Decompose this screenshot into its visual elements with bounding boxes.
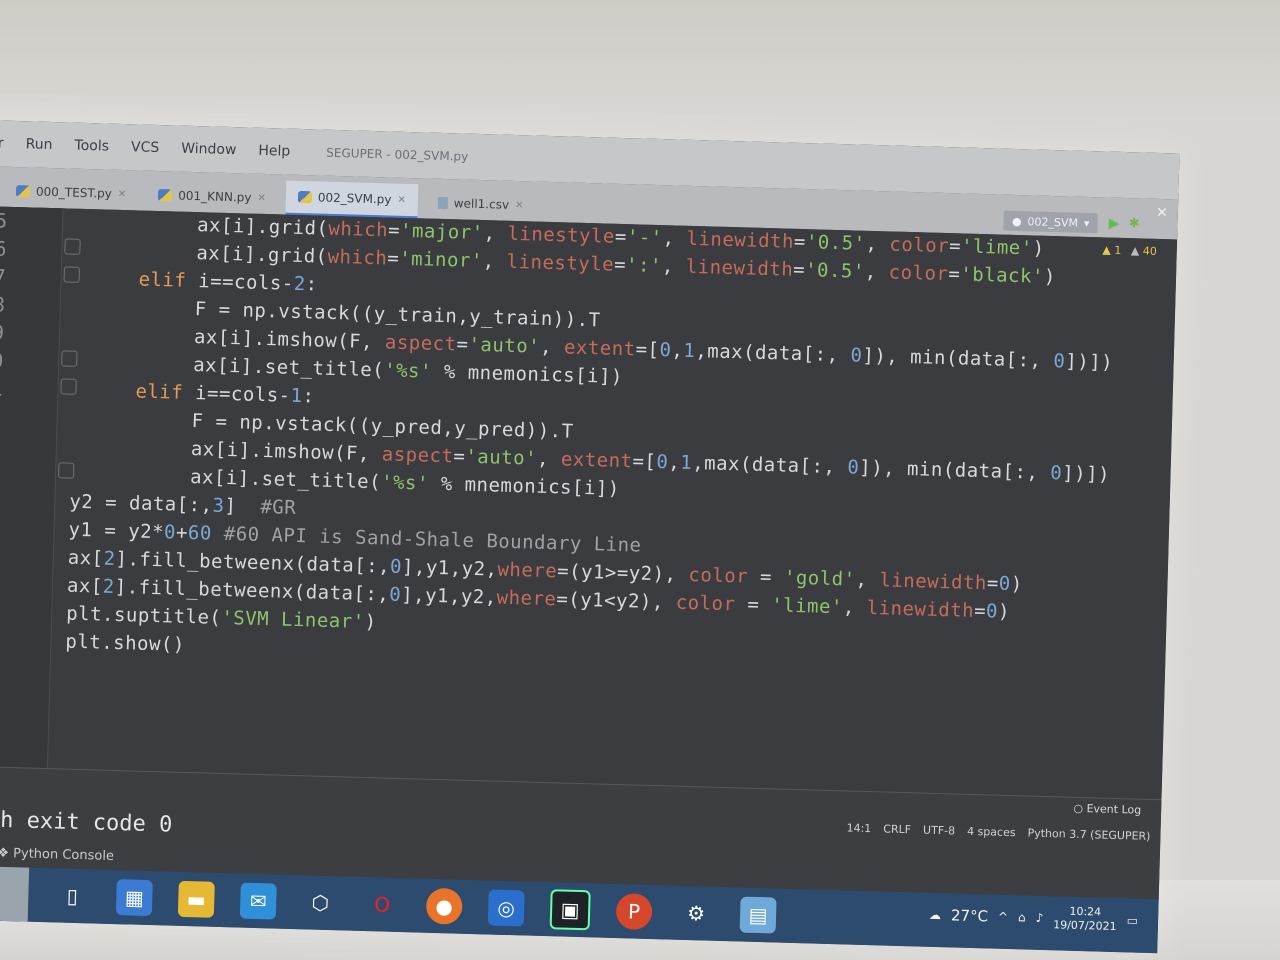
menu-item-view[interactable]: or [0,135,4,151]
tab-000-test[interactable]: 000_TEST.py ✕ [4,175,139,211]
fold-marker-icon[interactable] [64,238,81,255]
close-icon[interactable]: ✕ [1156,205,1168,221]
python-console-icon: ❖ [0,845,10,862]
menu-item-window[interactable]: Window [181,141,237,159]
warning-icon: ▲ [1102,243,1112,257]
indent-setting[interactable]: 4 spaces [967,825,1016,839]
pycharm-icon[interactable]: ▣ [549,889,591,931]
taskbar-search[interactable] [0,865,30,922]
code-line: F = np.vstack((y_pred,y_pred)).T [191,410,574,443]
weak-warning-icon: ▲ [1130,244,1140,258]
tab-label: 001_KNN.py [178,188,252,205]
line-number: 33 [0,432,17,457]
line-number: 39 [0,600,13,625]
line-number: 37 [0,544,14,569]
menu-item-help[interactable]: Help [258,143,290,160]
tool-tab-python-console[interactable]: ❖ Python Console [0,846,114,864]
code-line: y2 = data[:,3] #GR [69,490,297,519]
tab-label: 000_TEST.py [35,184,113,201]
clock[interactable]: 10:24 19/07/2021 [1053,904,1117,934]
tab-label: well1.csv [453,196,510,212]
line-number: 36 [0,516,15,541]
tab-001-knn[interactable]: 001_KNN.py ✕ [146,179,278,215]
cloud-icon: ☁ [928,907,942,923]
volume-icon[interactable]: ♪ [1036,911,1044,925]
line-number: 26 [0,236,7,261]
menu-item-tools[interactable]: Tools [74,138,109,155]
event-log-icon: ○ [1073,801,1084,816]
run-configuration-select[interactable]: ● 002_SVM ▾ [1003,210,1098,234]
tab-002-svm[interactable]: 002_SVM.py ✕ [285,180,419,219]
line-number: 31 [0,376,3,401]
line-number: 28 [0,292,6,317]
line-number: 34 [0,460,16,485]
line-number: 35 [0,488,16,513]
firefox-icon[interactable]: ● [425,887,463,925]
store-icon[interactable]: ▦ [115,879,153,917]
line-number: 32 [0,404,3,429]
menu-item-vcs[interactable]: VCS [131,139,160,156]
fold-marker-icon[interactable] [63,266,80,283]
mail-icon[interactable]: ✉ [239,882,277,920]
chevron-up-icon[interactable]: ^ [998,910,1008,924]
close-icon[interactable]: ✕ [257,192,266,203]
line-number-gutter: 25 26 27 28 29 30 31 32 33 34 35 36 37 3… [0,205,64,769]
code-line: F = np.vstack((y_train,y_train)).T [194,298,601,332]
python-file-icon [158,189,173,202]
close-icon[interactable]: ✕ [118,188,127,199]
opera-icon[interactable]: O [364,886,401,923]
notification-icon[interactable]: ▭ [1127,913,1139,927]
python-file-icon [15,185,31,198]
powerpoint-icon[interactable]: P [615,893,653,931]
code-line: elif i==cols-2: [138,268,318,296]
wall-background [0,0,1280,120]
menu-item-run[interactable]: Run [25,136,52,153]
run-icon[interactable]: ▶ [1109,216,1120,232]
cube-app-icon[interactable]: ⬡ [302,884,339,921]
edge-icon[interactable]: ◎ [487,889,525,927]
line-number: 27 [0,264,7,289]
fold-marker-icon[interactable] [61,350,78,367]
line-number: 29 [0,320,5,345]
python-file-icon: ● [1011,214,1022,228]
event-log-button[interactable]: ○ Event Log [1073,802,1141,817]
network-icon[interactable]: ⌂ [1018,910,1026,924]
python-file-icon [297,190,313,204]
bottom-tool-tabs: nal ❖ Python Console [0,845,114,864]
tab-label: 002_SVM.py [317,190,392,207]
line-separator[interactable]: CRLF [883,822,911,836]
line-number: 41 [0,656,11,681]
csv-file-icon [437,196,448,210]
window-title: SEGUPER - 002_SVM.py [326,145,469,164]
projected-screen: or Run Tools VCS Window Help SEGUPER - 0… [0,120,1180,954]
code-line: elif i==cols-1: [135,380,315,408]
process-exit-text: with exit code 0 [0,806,173,838]
close-icon[interactable]: ✕ [515,199,524,210]
system-tray: ☁ 27°C ^ ⌂ ♪ 10:24 19/07/2021 ▭ [929,901,1139,935]
inspection-widget[interactable]: ▲ 1 ▲ 40 [1102,243,1157,258]
python-interpreter[interactable]: Python 3.7 (SEGUPER) [1027,827,1150,843]
file-encoding[interactable]: UTF-8 [923,824,955,838]
fold-marker-icon[interactable] [58,462,75,479]
chevron-down-icon: ▾ [1083,216,1090,230]
notepad-icon[interactable]: ▤ [739,896,777,934]
fold-marker-icon[interactable] [60,378,77,395]
debug-icon[interactable]: ✱ [1128,216,1139,231]
code-editor[interactable]: 25 26 27 28 29 30 31 32 33 34 35 36 37 3… [0,205,1178,800]
task-view-icon[interactable]: ▯ [54,877,91,914]
line-number: 25 [0,208,8,233]
line-number: 38 [0,572,13,597]
code-line: plt.suptitle('SVM Linear') [65,602,377,634]
status-bar: 14:1 CRLF UTF-8 4 spaces Python 3.7 (SEG… [846,821,1150,842]
code-line: plt.show() [65,630,186,656]
line-number: 30 [0,348,4,373]
tab-well1-csv[interactable]: well1.csv ✕ [425,186,536,221]
weather-temperature[interactable]: 27°C [951,906,989,925]
gear-icon[interactable]: ⚙ [678,895,715,932]
line-number: 42 [0,684,10,709]
close-icon[interactable]: ✕ [397,194,406,205]
cursor-position[interactable]: 14:1 [846,821,871,835]
line-number: 40 [0,628,12,653]
file-explorer-icon[interactable]: ▬ [177,880,215,918]
